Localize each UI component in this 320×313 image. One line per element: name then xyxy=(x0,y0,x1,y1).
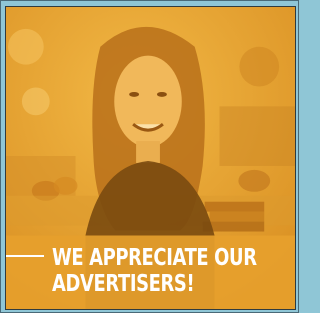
accent-rule xyxy=(6,255,44,257)
ad-headline: WE APPRECIATE OUR ADVERTISERS! xyxy=(52,245,257,297)
headline-line-1: WE APPRECIATE OUR xyxy=(52,245,257,271)
headline-line-2: ADVERTISERS! xyxy=(52,271,195,297)
ad-frame: WE APPRECIATE OUR ADVERTISERS! xyxy=(0,0,299,313)
advertiser-appreciation-card[interactable]: WE APPRECIATE OUR ADVERTISERS! xyxy=(5,6,296,310)
